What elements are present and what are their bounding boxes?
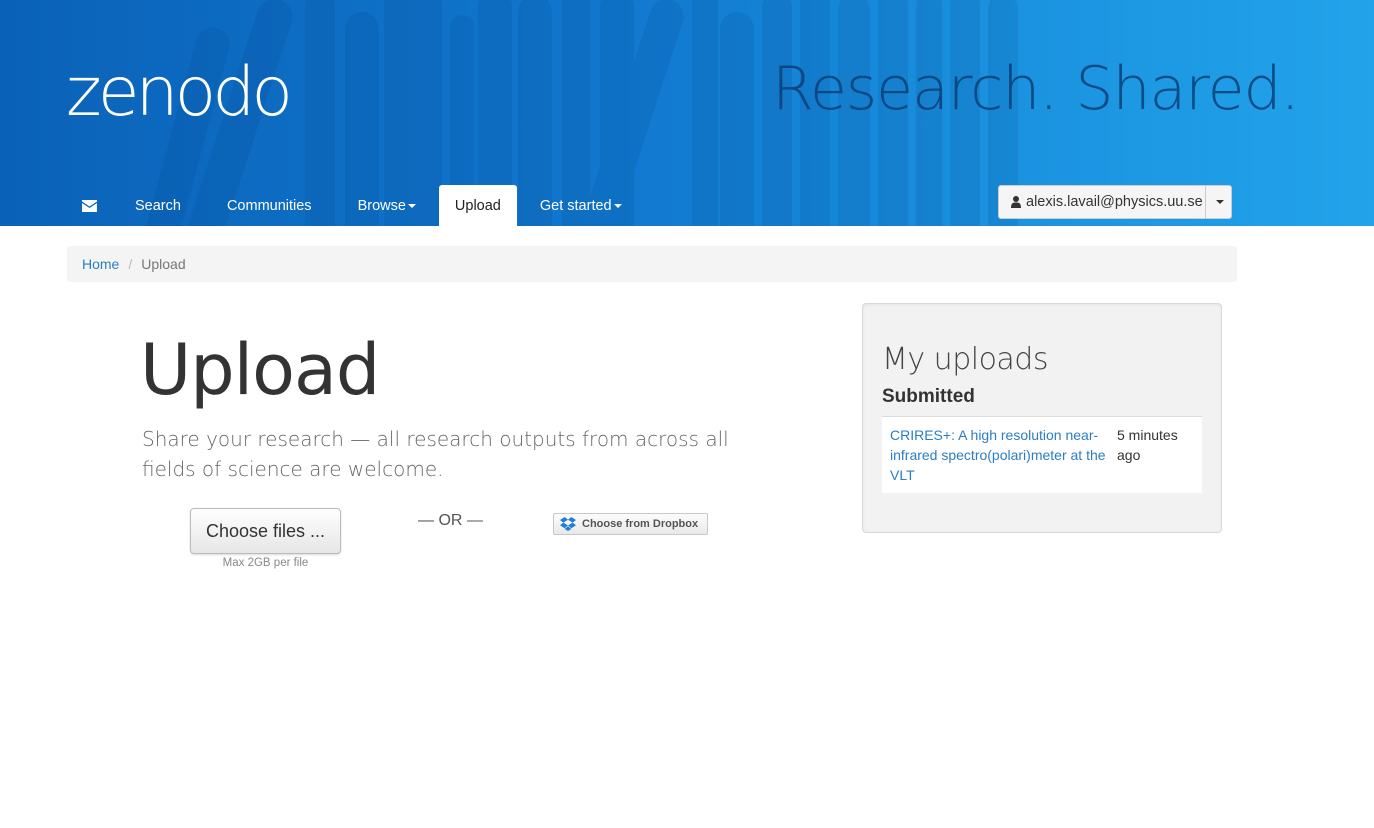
max-file-size-note: Max 2GB per file <box>222 557 309 569</box>
or-separator: — OR — <box>418 512 483 529</box>
submitted-heading: Submitted <box>882 386 975 407</box>
nav-item-label: Browse <box>357 197 406 214</box>
user-menu: alexis.lavail@physics.uu.se <box>998 185 1232 219</box>
upload-title-link[interactable]: CRIRES+: A high resolution near-infrared… <box>890 425 1117 485</box>
nav-item-browse[interactable]: Browse <box>335 185 439 226</box>
dropbox-button-label: Choose from Dropbox <box>582 518 699 530</box>
upload-time: 5 minutes ago <box>1117 427 1178 463</box>
user-icon <box>1011 196 1021 208</box>
user-account-button[interactable]: alexis.lavail@physics.uu.se <box>999 186 1205 218</box>
caret-down-icon <box>1215 200 1224 204</box>
nav-item-search[interactable]: Search <box>112 185 204 226</box>
breadcrumb-separator: / <box>128 256 133 272</box>
nav-item-communities[interactable]: Communities <box>204 185 335 226</box>
breadcrumb-current: Upload <box>141 256 186 272</box>
user-email: alexis.lavail@physics.uu.se <box>1026 194 1203 210</box>
caret-down-icon <box>613 203 622 208</box>
main-nav: Search Communities Browse Upload Get sta… <box>67 185 645 226</box>
nav-item-label: Search <box>135 197 181 214</box>
choose-from-dropbox-button[interactable]: Choose from Dropbox <box>553 513 708 535</box>
nav-item-label: Upload <box>454 197 501 214</box>
tagline: Research. Shared. <box>772 54 1300 124</box>
nav-item-label: Get started <box>539 197 612 214</box>
uploads-table: CRIRES+: A high resolution near-infrared… <box>882 416 1202 493</box>
table-row: CRIRES+: A high resolution near-infrared… <box>882 417 1202 493</box>
zenodo-logo[interactable]: zenodo <box>66 58 293 128</box>
page-title: Upload <box>140 329 380 411</box>
my-uploads-title: My uploads <box>882 342 1048 377</box>
my-uploads-panel: My uploads Submitted CRIRES+: A high res… <box>862 303 1222 533</box>
nav-item-upload[interactable]: Upload <box>438 185 517 226</box>
nav-item-get-started[interactable]: Get started <box>517 185 645 226</box>
breadcrumb-home-link[interactable]: Home <box>82 256 119 272</box>
choose-files-button[interactable]: Choose files ... <box>190 508 341 554</box>
envelope-icon <box>82 199 97 212</box>
dropbox-icon <box>560 517 576 531</box>
caret-down-icon <box>407 203 416 208</box>
nav-item-messages[interactable] <box>67 185 112 226</box>
user-dropdown-toggle[interactable] <box>1205 186 1231 218</box>
nav-item-label: Communities <box>226 197 312 214</box>
breadcrumb: Home / Upload <box>67 246 1237 282</box>
page-lead: Share your research — all research outpu… <box>142 427 729 481</box>
